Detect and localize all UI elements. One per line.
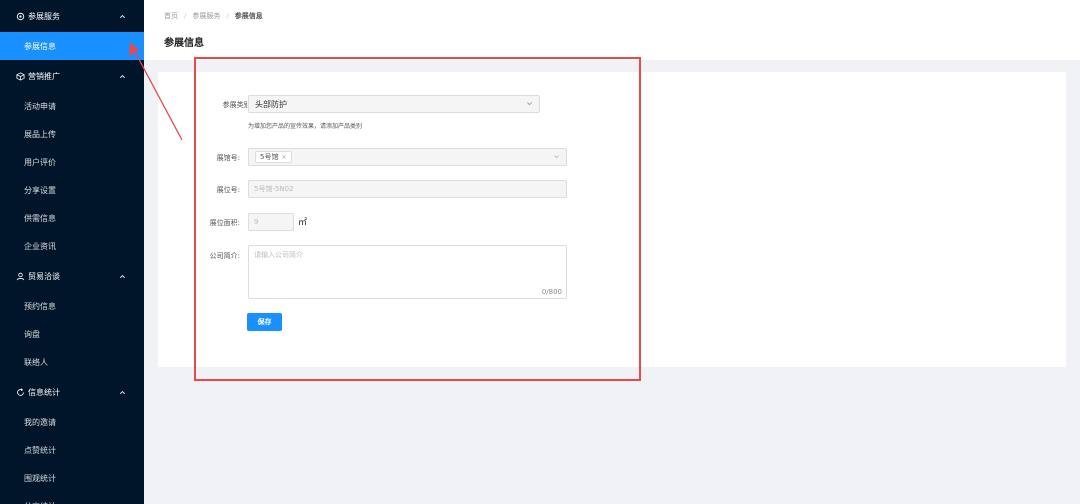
chevron-up-icon [118, 12, 126, 20]
sidebar-item-views-stats[interactable]: 围观统计 [0, 464, 144, 492]
sidebar-item-user-reviews[interactable]: 用户评价 [0, 148, 144, 176]
sidebar-group-label: 营销推广 [28, 71, 60, 81]
sidebar-group-label: 信息统计 [28, 387, 60, 397]
sidebar-group-label: 贸易洽谈 [28, 271, 60, 281]
sidebar-item-contacts[interactable]: 联络人 [0, 348, 144, 376]
sidebar-item-my-invites[interactable]: 我的邀请 [0, 408, 144, 436]
breadcrumb-separator: / [184, 12, 187, 20]
sidebar-item-company-news[interactable]: 企业资讯 [0, 232, 144, 260]
chevron-up-icon [118, 388, 126, 396]
sidebar-item-appointments[interactable]: 预约信息 [0, 292, 144, 320]
breadcrumb-home[interactable]: 首页 [164, 11, 178, 21]
breadcrumb: 首页 / 参展服务 / 参展信息 [164, 11, 263, 21]
breadcrumb-current: 参展信息 [234, 12, 263, 20]
chevron-up-icon [118, 272, 126, 280]
page-header: 首页 / 参展服务 / 参展信息 参展信息 [144, 0, 1080, 60]
sidebar-group-exhibit-service[interactable]: 参展服务 [0, 0, 144, 32]
gear-icon [15, 11, 25, 21]
breadcrumb-section[interactable]: 参展服务 [192, 11, 220, 21]
highlight-box [194, 57, 641, 381]
sidebar-item-share-settings[interactable]: 分享设置 [0, 176, 144, 204]
box-icon [15, 71, 25, 81]
sidebar-item-supply-demand[interactable]: 供需信息 [0, 204, 144, 232]
breadcrumb-separator: / [226, 12, 229, 20]
user-icon [15, 271, 25, 281]
refresh-icon [15, 387, 25, 397]
sidebar-group-statistics[interactable]: 信息统计 [0, 376, 144, 408]
sidebar-group-trade-talks[interactable]: 贸易洽谈 [0, 260, 144, 292]
annotation-arrow-icon [129, 42, 183, 141]
sidebar-item-likes-stats[interactable]: 点赞统计 [0, 436, 144, 464]
sidebar-group-label: 参展服务 [28, 11, 60, 21]
sidebar-item-inquiries[interactable]: 询盘 [0, 320, 144, 348]
sidebar-item-share-stats[interactable]: 分享统计 [0, 492, 144, 504]
